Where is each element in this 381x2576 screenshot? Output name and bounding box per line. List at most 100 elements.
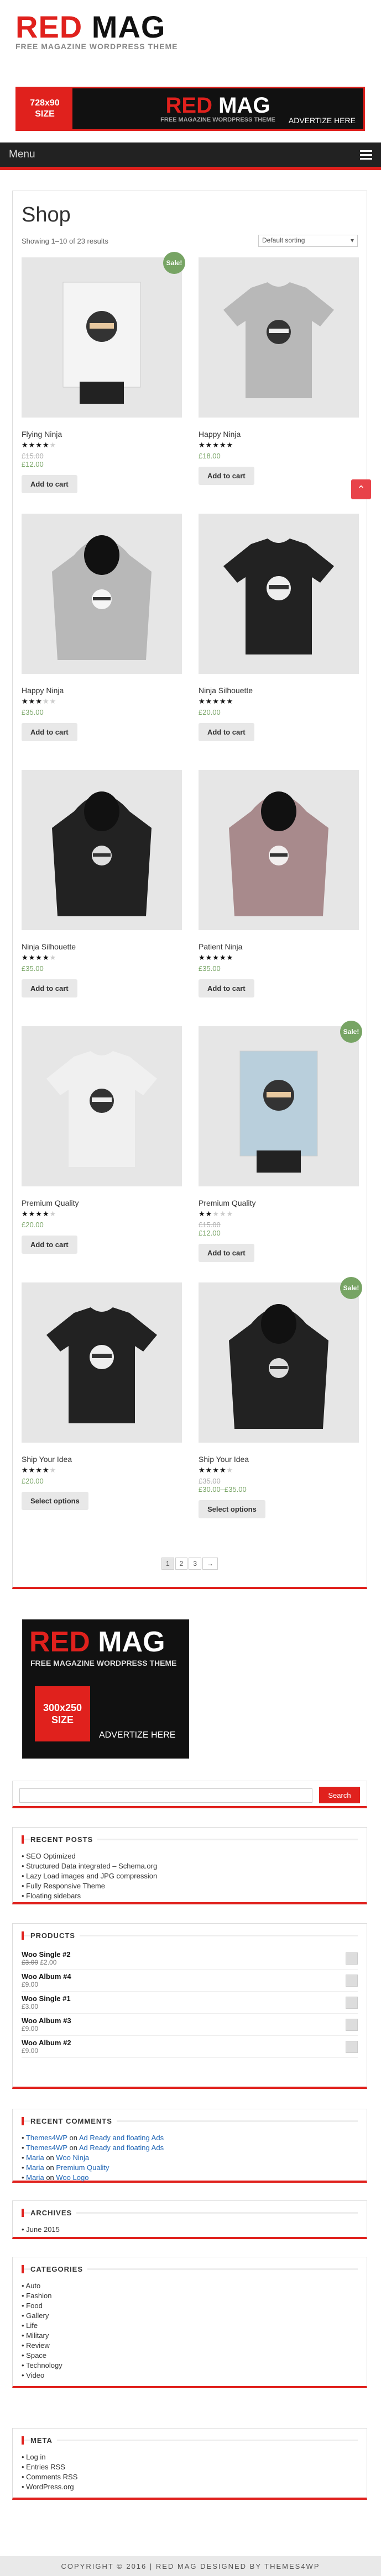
product-card[interactable]: Sale! Ship Your Idea ★★★★★ £35.00 £30.00–… <box>199 1277 362 1539</box>
product-image[interactable] <box>199 257 359 418</box>
list-item[interactable]: Floating sidebars <box>22 1891 358 1901</box>
product-list-item[interactable]: Woo Album #3 £9.00 <box>22 2014 358 2036</box>
product-name[interactable]: Ship Your Idea <box>199 1455 359 1464</box>
product-card[interactable]: Sale! Premium Quality ★★★★★ £15.00 £12.00… <box>199 1021 362 1282</box>
product-image[interactable] <box>22 1282 182 1443</box>
star-rating: ★★★★★ <box>22 1466 57 1474</box>
add-to-cart-button[interactable]: Add to cart <box>22 475 77 493</box>
product-image[interactable] <box>199 1026 359 1186</box>
product-price: £35.00 £30.00–£35.00 <box>199 1477 247 1493</box>
add-to-cart-button[interactable]: Select options <box>199 1500 265 1518</box>
product-name[interactable]: Happy Ninja <box>199 430 359 439</box>
search-button[interactable]: Search <box>319 1787 360 1803</box>
list-item[interactable]: Food <box>22 2301 358 2311</box>
product-card[interactable]: Sale! Flying Ninja ★★★★★ £15.00 £12.00 Ad… <box>22 252 185 514</box>
product-card[interactable]: Ninja Silhouette ★★★★★ £20.00 Add to car… <box>199 514 359 770</box>
product-name[interactable]: Flying Ninja <box>22 430 182 439</box>
comment-author[interactable]: Maria <box>26 2153 44 2162</box>
site-footer: COPYRIGHT © 2016 | RED MAG DESIGNED BY T… <box>0 2556 381 2576</box>
comment-author[interactable]: Maria <box>26 2163 44 2172</box>
list-item[interactable]: Space <box>22 2351 358 2361</box>
product-name[interactable]: Happy Ninja <box>22 686 182 695</box>
list-item[interactable]: Military <box>22 2331 358 2341</box>
comment-post-link[interactable]: Premium Quality <box>56 2163 109 2172</box>
list-item[interactable]: Video <box>22 2371 358 2380</box>
back-to-top-button[interactable]: ⌃ <box>351 479 371 499</box>
product-name[interactable]: Premium Quality <box>199 1199 359 1207</box>
list-item[interactable]: Comments RSS <box>22 2472 358 2482</box>
list-item[interactable]: Structured Data integrated – Schema.org <box>22 1861 358 1871</box>
add-to-cart-button[interactable]: Add to cart <box>199 1244 254 1262</box>
list-item[interactable]: Review <box>22 2341 358 2351</box>
product-name[interactable]: Patient Ninja <box>199 942 359 951</box>
add-to-cart-button[interactable]: Add to cart <box>22 723 77 741</box>
product-name[interactable]: Ninja Silhouette <box>22 942 182 951</box>
add-to-cart-button[interactable]: Add to cart <box>22 1236 77 1254</box>
product-card[interactable]: Happy Ninja ★★★★★ £35.00 Add to cart <box>22 514 182 770</box>
result-count: Showing 1–10 of 23 results <box>22 236 108 245</box>
product-image[interactable] <box>22 770 182 930</box>
product-image[interactable] <box>199 770 359 930</box>
product-list-item[interactable]: Woo Album #2 £9.00 <box>22 2036 358 2058</box>
product-name[interactable]: Ninja Silhouette <box>199 686 359 695</box>
product-list-item[interactable]: Woo Single #2 £3.00 £2.00 <box>22 1947 358 1970</box>
product-name[interactable]: Premium Quality <box>22 1199 182 1207</box>
product-image[interactable] <box>22 257 182 418</box>
products-widget: PRODUCTS Woo Single #2 £3.00 £2.00 Woo Alb… <box>12 1923 367 2089</box>
product-thumbnail <box>346 2018 358 2031</box>
page-link[interactable]: → <box>202 1558 218 1570</box>
list-item[interactable]: Auto <box>22 2281 358 2291</box>
product-list-item[interactable]: Woo Album #4 £9.00 <box>22 1970 358 1992</box>
hamburger-icon[interactable] <box>360 150 372 160</box>
list-item[interactable]: Technology <box>22 2361 358 2371</box>
comment-post-link[interactable]: Woo Logo <box>56 2173 88 2182</box>
product-image[interactable] <box>199 1282 359 1443</box>
list-item[interactable]: Entries RSS <box>22 2462 358 2472</box>
site-logo[interactable]: RED MAG FREE MAGAZINE WORDPRESS THEME <box>15 12 178 51</box>
list-item[interactable]: Log in <box>22 2452 358 2462</box>
banner-728x90[interactable]: 728x90 SIZE RED MAG FREE MAGAZINE WORDPRE… <box>15 87 365 131</box>
product-card[interactable]: Ninja Silhouette ★★★★★ £35.00 Add to car… <box>22 770 182 1026</box>
sort-select[interactable]: Default sorting ▾ <box>258 235 358 247</box>
product-price: £20.00 <box>199 708 221 716</box>
comment-post-link[interactable]: Ad Ready and floating Ads <box>79 2144 164 2152</box>
list-item[interactable]: Fashion <box>22 2291 358 2301</box>
product-image[interactable] <box>22 514 182 674</box>
comment-author[interactable]: Maria <box>26 2173 44 2182</box>
comment-post-link[interactable]: Woo Ninja <box>56 2153 89 2162</box>
list-item[interactable]: Gallery <box>22 2311 358 2321</box>
product-image[interactable] <box>22 1026 182 1186</box>
ad-300x250[interactable]: RED MAG FREE MAGAZINE WORDPRESS THEME 30… <box>22 1619 189 1759</box>
widget-title: ARCHIVES <box>22 2209 358 2217</box>
list-item[interactable]: Lazy Load images and JPG compression <box>22 1871 358 1881</box>
list-item[interactable]: Fully Responsive Theme <box>22 1881 358 1891</box>
list-item[interactable]: WordPress.org <box>22 2482 358 2492</box>
list-item[interactable]: June 2015 <box>22 2225 358 2235</box>
search-input[interactable] <box>19 1788 312 1803</box>
product-card[interactable]: Ship Your Idea ★★★★★ £20.00 Select optio… <box>22 1282 182 1539</box>
add-to-cart-button[interactable]: Select options <box>22 1492 88 1510</box>
list-item[interactable]: Life <box>22 2321 358 2331</box>
comment-author[interactable]: Themes4WP <box>26 2134 67 2142</box>
banner-title-white: MAG <box>212 93 270 118</box>
product-card[interactable]: Happy Ninja ★★★★★ £18.00 Add to cart <box>199 257 359 514</box>
add-to-cart-button[interactable]: Add to cart <box>22 979 77 997</box>
add-to-cart-button[interactable]: Add to cart <box>199 979 254 997</box>
product-image[interactable] <box>199 514 359 674</box>
product-card[interactable]: Premium Quality ★★★★★ £20.00 Add to cart <box>22 1026 182 1282</box>
page-link[interactable]: 1 <box>161 1558 174 1570</box>
add-to-cart-button[interactable]: Add to cart <box>199 467 254 485</box>
add-to-cart-button[interactable]: Add to cart <box>199 723 254 741</box>
page-link[interactable]: 2 <box>175 1558 188 1570</box>
menu-label[interactable]: Menu <box>9 149 35 161</box>
product-price: £35.00 <box>199 964 221 973</box>
product-price: £20.00 <box>22 1221 44 1229</box>
product-price: £18.00 <box>199 452 221 460</box>
product-card[interactable]: Patient Ninja ★★★★★ £35.00 Add to cart <box>199 770 359 1026</box>
comment-author[interactable]: Themes4WP <box>26 2144 67 2152</box>
product-name[interactable]: Ship Your Idea <box>22 1455 182 1464</box>
page-link[interactable]: 3 <box>189 1558 202 1570</box>
list-item[interactable]: SEO Optimized <box>22 1851 358 1861</box>
comment-post-link[interactable]: Ad Ready and floating Ads <box>79 2134 164 2142</box>
product-list-item[interactable]: Woo Single #1 £3.00 <box>22 1992 358 2014</box>
